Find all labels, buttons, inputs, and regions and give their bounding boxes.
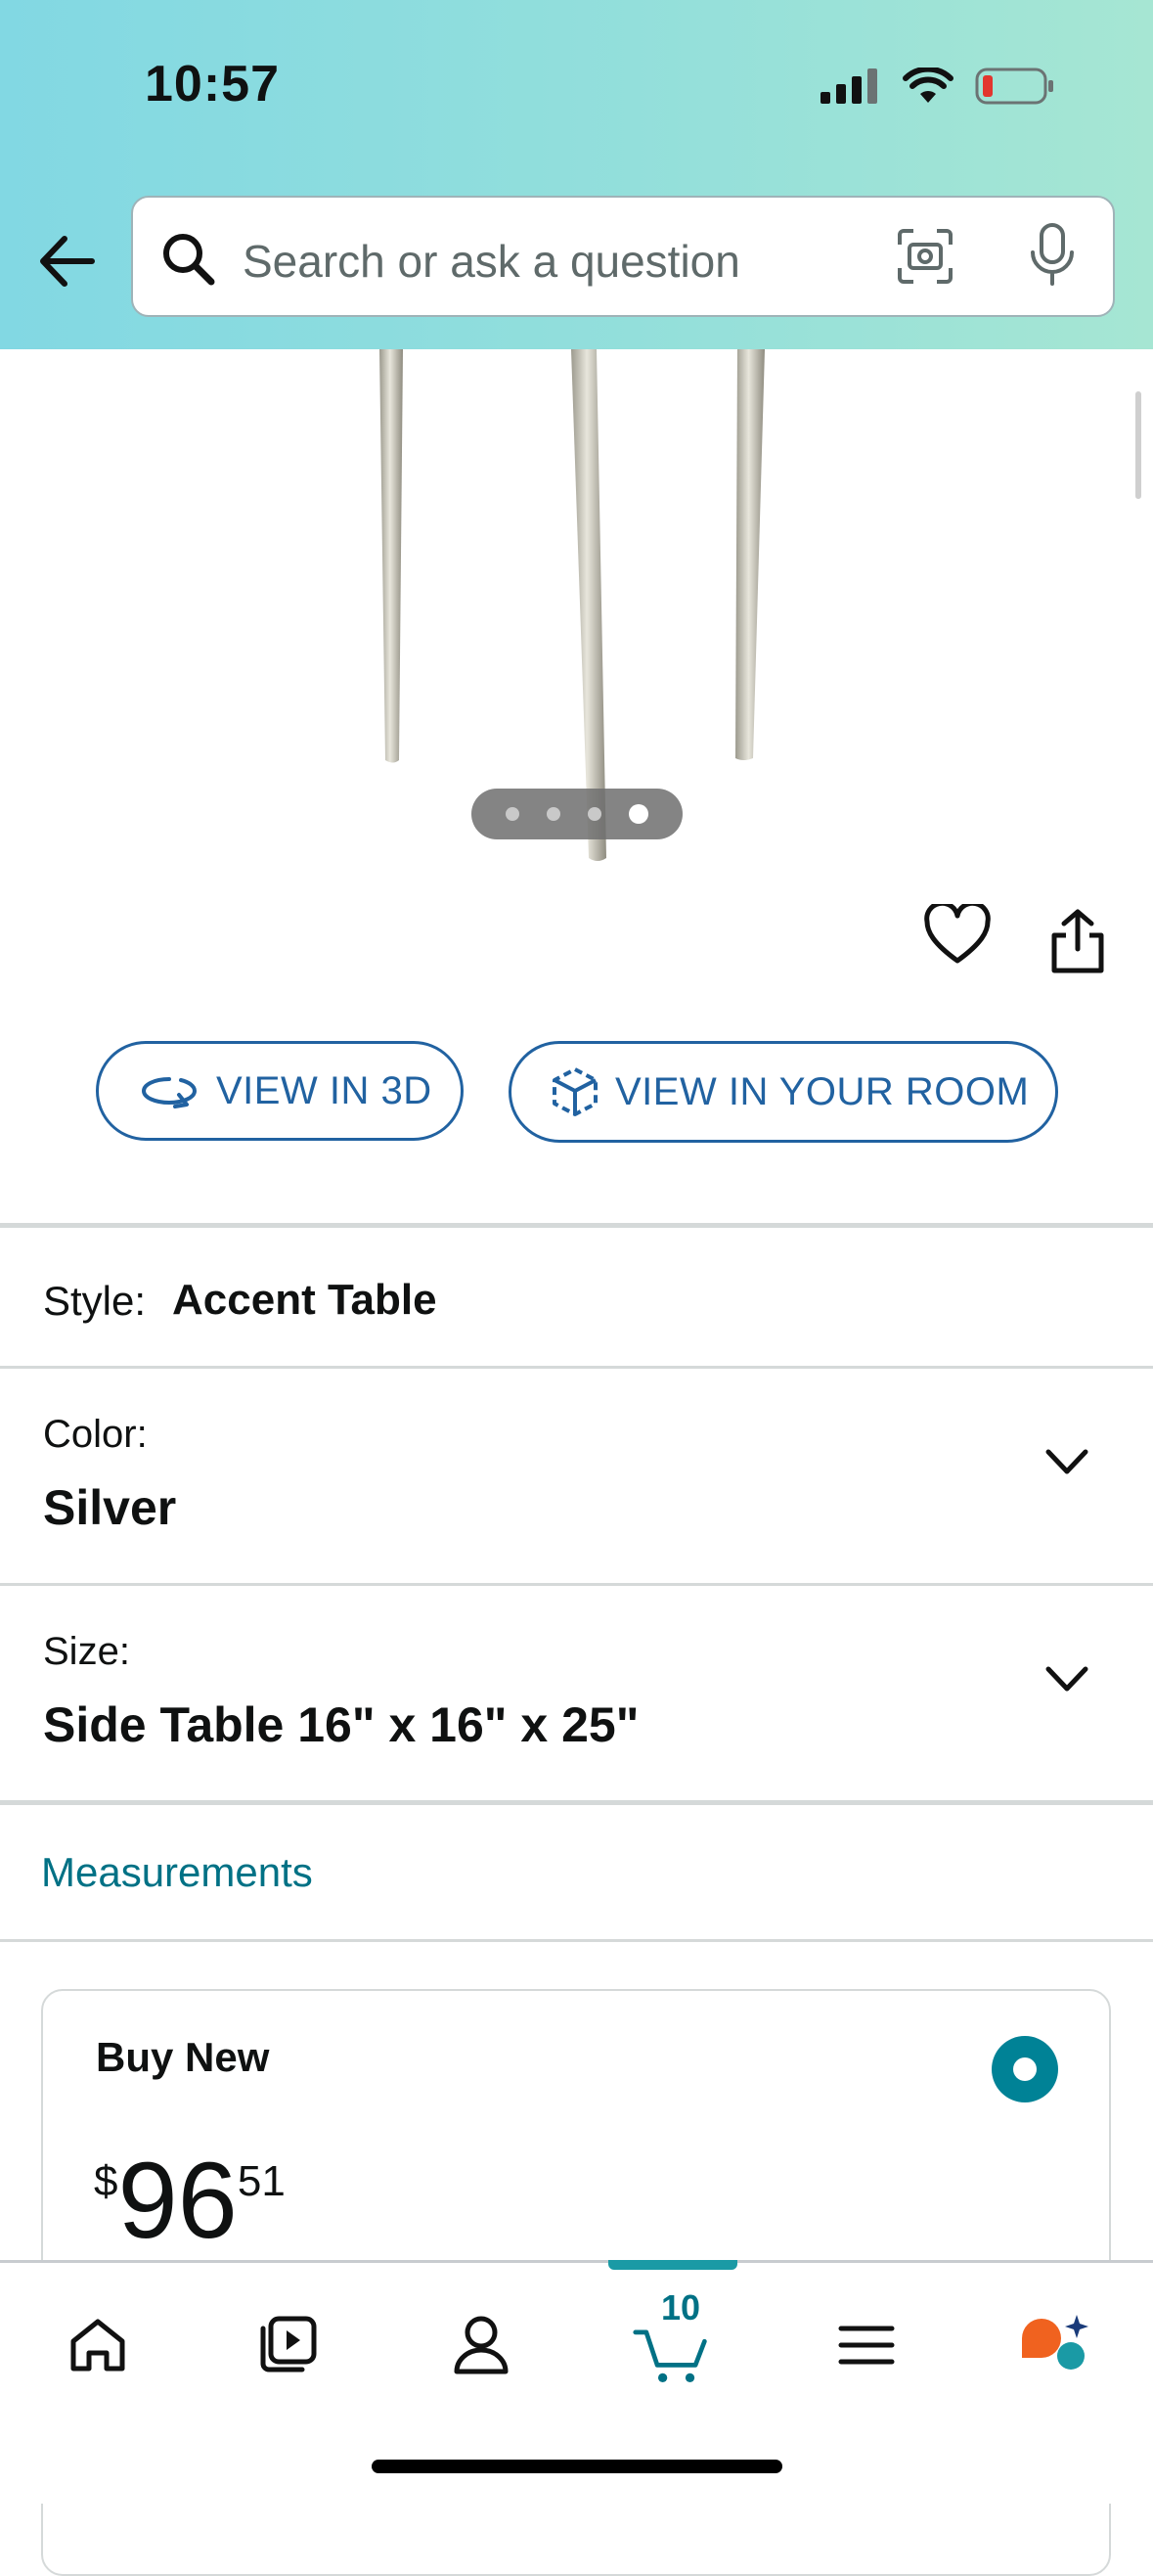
- cart-icon[interactable]: [632, 2318, 710, 2396]
- share-icon[interactable]: [1048, 908, 1107, 974]
- row-divider: [0, 1583, 1153, 1586]
- row-divider: [0, 1939, 1153, 1942]
- ar-cube-icon: [553, 1067, 598, 1116]
- menu-icon[interactable]: [827, 2306, 906, 2384]
- row-divider: [0, 1366, 1153, 1369]
- pagination-dot[interactable]: [547, 807, 560, 821]
- search-icon: [163, 234, 215, 286]
- measurements-link[interactable]: Measurements: [41, 1849, 313, 1896]
- home-indicator: [372, 2460, 782, 2473]
- cart-count-badge: 10: [661, 2287, 701, 2327]
- battery-icon: [975, 68, 1053, 105]
- section-divider: [0, 1223, 1153, 1228]
- price: $ 96 51: [94, 2147, 286, 2255]
- status-icons: [820, 65, 1055, 108]
- signal-icon: [820, 68, 877, 104]
- rufus-icon[interactable]: [1013, 2306, 1091, 2384]
- image-pagination[interactable]: [471, 789, 683, 839]
- microphone-icon[interactable]: [1025, 221, 1080, 290]
- size-label: Size:: [43, 1630, 130, 1673]
- profile-icon[interactable]: [442, 2306, 520, 2384]
- buy-new-title: Buy New: [96, 2034, 270, 2080]
- price-whole: 96: [117, 2141, 238, 2261]
- size-value: Side Table 16" x 16" x 25": [43, 1697, 640, 1752]
- pagination-dot[interactable]: [506, 807, 519, 821]
- section-divider: [0, 1800, 1153, 1805]
- scroll-indicator: [1135, 391, 1141, 499]
- color-label: Color:: [43, 1413, 148, 1456]
- wifi-icon: [903, 68, 953, 103]
- rotate-3d-icon: [141, 1077, 198, 1108]
- camera-search-icon[interactable]: [896, 227, 954, 286]
- status-time: 10:57: [145, 56, 280, 113]
- search-input[interactable]: Search or ask a question: [131, 196, 1115, 317]
- chevron-down-icon[interactable]: [1042, 1659, 1091, 1698]
- video-icon[interactable]: [248, 2306, 327, 2384]
- search-placeholder: Search or ask a question: [243, 236, 740, 287]
- price-fraction: 51: [237, 2157, 286, 2205]
- pagination-dot[interactable]: [588, 807, 601, 821]
- active-tab-indicator: [608, 2260, 737, 2270]
- buy-new-radio[interactable]: [992, 2036, 1058, 2102]
- pagination-dot-active[interactable]: [629, 804, 648, 824]
- view-in-3d-button[interactable]: VIEW IN 3D: [96, 1041, 464, 1141]
- price-currency: $: [94, 2157, 118, 2205]
- chevron-down-icon[interactable]: [1042, 1442, 1091, 1481]
- home-icon[interactable]: [59, 2306, 137, 2384]
- color-value: Silver: [43, 1480, 177, 1535]
- header-bar: 10:57 Search or ask a question: [0, 0, 1153, 349]
- heart-icon[interactable]: [923, 904, 992, 967]
- view-in-your-room-button[interactable]: VIEW IN YOUR ROOM: [509, 1041, 1058, 1143]
- back-arrow-icon[interactable]: [33, 227, 102, 295]
- view-in-your-room-label: VIEW IN YOUR ROOM: [615, 1069, 1030, 1113]
- style-value: Accent Table: [172, 1276, 437, 1324]
- style-label: Style:: [43, 1278, 147, 1324]
- view-in-3d-label: VIEW IN 3D: [216, 1068, 432, 1112]
